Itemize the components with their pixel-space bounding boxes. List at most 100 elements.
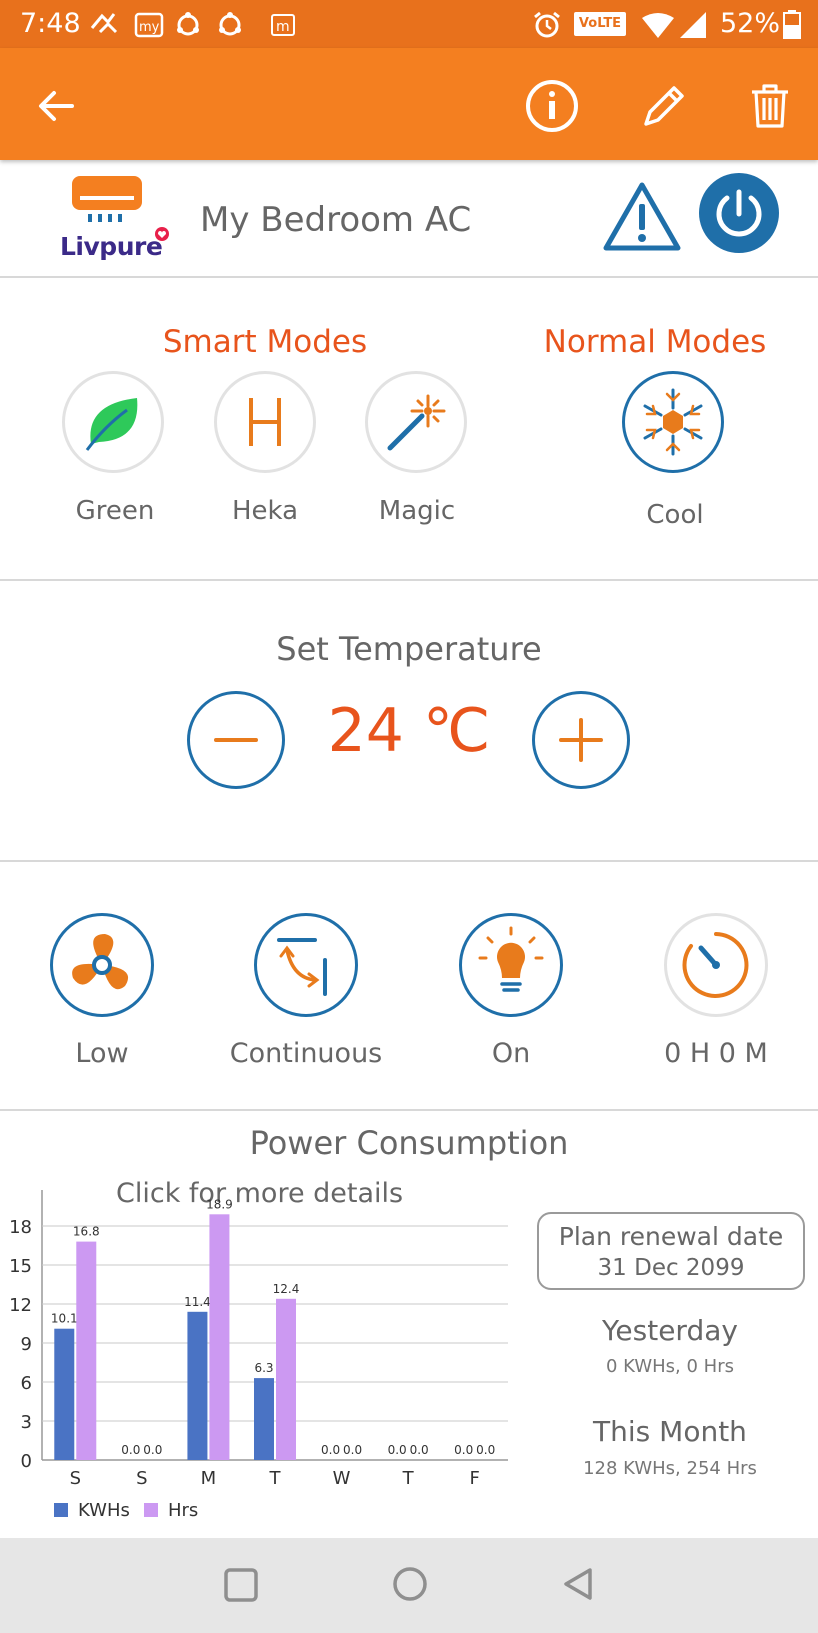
this-month-title: This Month	[593, 1415, 747, 1448]
svg-text:m: m	[276, 19, 290, 35]
fan-speed-button[interactable]	[50, 913, 154, 1017]
chart-legend-label: Hrs	[168, 1500, 198, 1521]
chart-y-tick-label: 9	[21, 1334, 32, 1355]
power-toggle-icon[interactable]	[698, 172, 780, 254]
yesterday-title: Yesterday	[602, 1314, 738, 1347]
mode-magic-label: Magic	[378, 496, 456, 526]
status-time: 7:48	[20, 8, 81, 39]
swing-icon	[277, 938, 327, 996]
fan-icon	[72, 934, 129, 990]
magic-wand-icon	[387, 394, 446, 451]
chart-y-tick-label: 3	[21, 1412, 32, 1433]
m-app-icon: m	[271, 14, 295, 36]
chart-x-tick-label: W	[333, 1468, 351, 1489]
chart-legend-swatch	[54, 1503, 68, 1517]
battery-icon	[783, 10, 801, 39]
chart-bar	[187, 1311, 208, 1460]
plan-renewal-box: Plan renewal date 31 Dec 2099	[537, 1212, 805, 1290]
back-arrow-icon[interactable]	[28, 78, 84, 134]
power-consumption-title: Power Consumption	[249, 1124, 569, 1162]
home-icon[interactable]	[390, 1564, 430, 1604]
increase-temperature-button[interactable]	[532, 691, 630, 789]
chart-data-label: 0.0	[410, 1443, 429, 1457]
alarm-icon	[534, 11, 560, 38]
plan-renewal-label: Plan renewal date	[558, 1222, 784, 1251]
temperature-value: 24 ℃	[327, 696, 491, 766]
timer-label: 0 H 0 M	[664, 1038, 768, 1069]
device-name: My Bedroom AC	[200, 200, 472, 240]
delete-trash-icon[interactable]	[742, 78, 798, 134]
smart-modes-title: Smart Modes	[162, 324, 368, 360]
chart-legend-label: KWHs	[78, 1500, 130, 1521]
system-nav-bar	[0, 1538, 818, 1633]
mode-heka-label: Heka	[231, 496, 299, 526]
normal-modes-title: Normal Modes	[543, 324, 767, 360]
signal-icon	[642, 12, 706, 38]
chart-y-tick-label: 15	[9, 1256, 32, 1277]
fan-speed-label: Low	[75, 1038, 129, 1069]
chart-data-label: 0.0	[343, 1443, 362, 1457]
back-nav-icon[interactable]	[558, 1564, 598, 1604]
chart-y-tick-label: 6	[21, 1373, 32, 1394]
brand-heart-icon	[155, 227, 169, 241]
chart-data-label: 0.0	[476, 1443, 495, 1457]
chart-bar	[209, 1214, 230, 1460]
chart-data-label: 0.0	[321, 1443, 340, 1457]
chart-y-tick-label: 0	[21, 1451, 32, 1472]
chart-bar	[276, 1298, 296, 1460]
power-consumption-chart[interactable]: 036912151810.116.8S0.0 0.0S11.418.9M6.312…	[0, 1190, 520, 1535]
battery-percent: 52%	[720, 8, 781, 39]
chart-x-tick-label: T	[402, 1468, 415, 1489]
chart-x-tick-label: S	[136, 1468, 147, 1489]
chart-bar	[254, 1378, 274, 1460]
info-icon[interactable]	[524, 78, 580, 134]
chart-data-label: 11.4	[184, 1295, 211, 1309]
chart-x-tick-label: T	[269, 1468, 282, 1489]
notification-icons: my	[90, 12, 241, 38]
chart-data-label: 6.3	[254, 1361, 273, 1375]
chart-data-label: 0.0	[121, 1443, 140, 1457]
chart-data-label: 16.8	[73, 1225, 100, 1239]
chart-data-label: 0.0	[388, 1443, 407, 1457]
recent-apps-icon[interactable]	[222, 1566, 260, 1604]
chart-bar	[76, 1241, 97, 1460]
heka-icon	[249, 398, 281, 446]
divider	[0, 1109, 818, 1111]
set-temperature-title: Set Temperature	[276, 630, 542, 668]
chart-x-tick-label: F	[470, 1468, 480, 1489]
status-bar: 7:48 my m VoLTE 52%	[0, 0, 818, 48]
light-toggle-button[interactable]	[459, 913, 563, 1017]
swing-mode-label: Continuous	[229, 1038, 383, 1069]
leaf-icon	[85, 398, 138, 451]
plus-icon	[559, 718, 603, 762]
chart-legend-swatch	[144, 1503, 158, 1517]
mode-cool-label: Cool	[646, 500, 704, 530]
divider	[0, 579, 818, 581]
decrease-temperature-button[interactable]	[187, 691, 285, 789]
plan-renewal-date: 31 Dec 2099	[597, 1255, 745, 1281]
chart-data-label: 0.0	[143, 1443, 162, 1457]
swing-mode-button[interactable]	[254, 913, 358, 1017]
air-conditioner-icon	[72, 176, 142, 222]
warning-icon[interactable]	[602, 180, 682, 252]
mode-green-button[interactable]	[62, 371, 164, 473]
chart-data-label: 0.0	[454, 1443, 473, 1457]
device-header: Livpure My Bedroom AC	[0, 160, 818, 278]
minus-icon	[214, 738, 258, 742]
chart-x-tick-label: S	[70, 1468, 81, 1489]
mode-magic-button[interactable]	[365, 371, 467, 473]
mode-heka-button[interactable]	[214, 371, 316, 473]
chart-data-label: 10.1	[51, 1312, 78, 1326]
chart-y-tick-label: 18	[9, 1217, 32, 1238]
svg-text:my: my	[139, 20, 160, 35]
timer-icon	[682, 932, 749, 998]
timer-button[interactable]	[664, 913, 768, 1017]
app-bar	[0, 48, 818, 160]
chart-data-label: 18.9	[206, 1197, 233, 1211]
edit-pencil-icon[interactable]	[636, 78, 692, 134]
chart-y-tick-label: 12	[9, 1295, 32, 1316]
chart-bar	[54, 1328, 75, 1460]
snowflake-icon	[643, 388, 703, 456]
mode-cool-button[interactable]	[622, 371, 724, 473]
divider	[0, 860, 818, 862]
